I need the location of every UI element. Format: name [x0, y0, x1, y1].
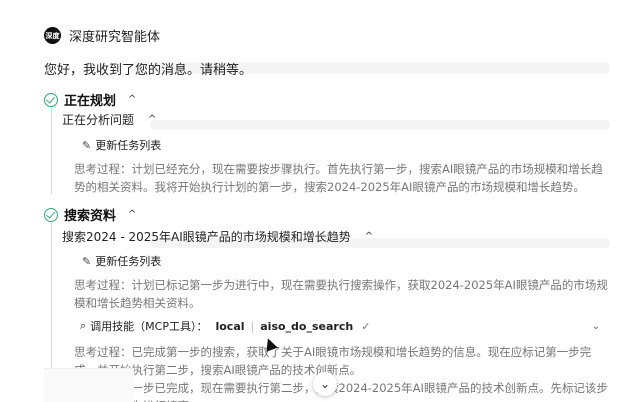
check-circle-icon [44, 207, 58, 222]
agent-header: 深度 深度研究智能体 [44, 26, 160, 45]
chevron-up-icon[interactable]: ^ [148, 114, 156, 125]
check-circle-icon [44, 92, 58, 107]
update-task-label: 更新任务列表 [95, 139, 162, 152]
tool-call-row[interactable]: ⌕ 调用技能（MCP工具）： local | aiso_do_search ✓ … [80, 318, 600, 334]
chevron-down-icon[interactable]: ⌄ [592, 321, 600, 332]
search-section-header[interactable]: 搜索资料 ^ [44, 205, 136, 224]
planning-section-header[interactable]: 正在规划 ^ [44, 90, 136, 109]
section-divider-line [51, 108, 52, 194]
separator: | [250, 319, 255, 333]
subtask-label: 正在分析问题 [62, 113, 135, 127]
search-query-label: 搜索2024 - 2025年AI眼镜产品的市场规模和增长趋势 [62, 230, 351, 244]
chevron-down-icon: ⌄ [319, 377, 331, 391]
edit-icon: ✎ [82, 138, 92, 152]
thought-text: 思考过程：计划已标记第一步为进行中，现在需要执行搜索操作，获取2024-2025… [74, 278, 608, 310]
checkmark-icon: ✓ [361, 319, 371, 333]
scroll-down-button[interactable]: ⌄ [313, 372, 337, 396]
agent-name: 深度研究智能体 [69, 30, 161, 45]
tool-source: local [215, 319, 245, 333]
thought-text: 思考过程：已完成第一步的搜索，获取了关于AI眼镜市场规模和增长趋势的信息。现在应… [74, 345, 592, 377]
update-task-list[interactable]: ✎ 更新任务列表 [82, 253, 161, 269]
edit-icon: ✎ [82, 254, 92, 268]
chevron-up-icon[interactable]: ^ [365, 231, 373, 242]
chevron-up-icon[interactable]: ^ [128, 209, 136, 220]
tool-name: aiso_do_search [260, 319, 354, 333]
chevron-up-icon[interactable]: ^ [128, 94, 136, 105]
tool-call-label: 调用技能（MCP工具）： [90, 320, 208, 333]
agent-avatar: 深度 [44, 27, 61, 44]
tool-search-icon: ⌕ [80, 319, 87, 332]
update-task-list[interactable]: ✎ 更新任务列表 [82, 137, 161, 153]
thumbnail-preview[interactable] [44, 368, 134, 402]
thought-text: 思考过程：计划已经充分，现在需要按步骤执行。首先执行第一步，搜索AI眼镜产品的市… [74, 162, 603, 194]
background-blur [150, 120, 610, 130]
planning-subtask[interactable]: 正在分析问题 ^ [62, 111, 156, 128]
section-divider-line [51, 223, 52, 383]
section-title: 正在规划 [64, 94, 117, 109]
greeting-message: 您好，我收到了您的消息。请稍等。 [44, 63, 253, 78]
update-task-label: 更新任务列表 [95, 255, 162, 268]
section-title: 搜索资料 [64, 209, 117, 224]
search-query-subtask[interactable]: 搜索2024 - 2025年AI眼镜产品的市场规模和增长趋势 ^ [62, 228, 373, 245]
thought-text: 第一步已完成，现在需要执行第二步，搜索2024-2025年AI眼镜产品的技术创新… [120, 381, 608, 402]
